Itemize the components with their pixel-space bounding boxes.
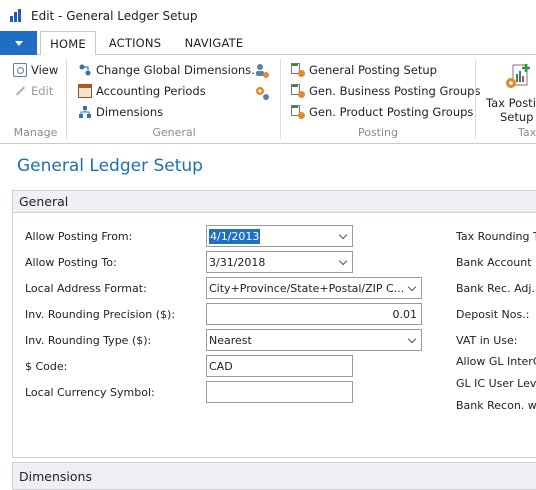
change-global-dimensions-label: Change Global Dimensions... xyxy=(96,63,263,77)
edit-button[interactable]: Edit xyxy=(13,81,53,101)
local-currency-symbol-field[interactable] xyxy=(206,381,353,403)
group-label-posting: Posting xyxy=(357,126,399,139)
inv-rounding-precision-value: 0.01 xyxy=(392,307,418,321)
edit-label: Edit xyxy=(31,84,54,98)
tab-home[interactable]: HOME xyxy=(40,31,96,56)
dimensions-button[interactable]: Dimensions xyxy=(78,102,163,122)
chevron-down-icon[interactable] xyxy=(334,252,352,272)
allow-posting-from-label: Allow Posting From: xyxy=(25,230,133,243)
tax-posting-setup-label-line1: Tax Postin xyxy=(486,96,536,110)
view-icon xyxy=(13,63,27,77)
dimensions-icon xyxy=(78,105,92,119)
user-setup-icon[interactable] xyxy=(254,63,269,78)
ribbon: View Edit Manage Change Global Dimension… xyxy=(0,55,536,144)
bank-account-label: Bank Account N xyxy=(456,256,536,269)
app-menu-button[interactable] xyxy=(0,31,37,55)
local-address-format-label: Local Address Format: xyxy=(25,282,147,295)
ribbon-separator xyxy=(66,59,67,139)
accounting-periods-button[interactable]: Accounting Periods xyxy=(78,81,206,101)
ribbon-tab-row: HOME ACTIONS NAVIGATE xyxy=(0,31,536,56)
currency-code-value: CAD xyxy=(209,359,233,373)
gen-business-posting-groups-button[interactable]: Gen. Business Posting Groups xyxy=(291,81,480,101)
gl-ic-user-level-label: GL IC User Leve xyxy=(456,377,536,390)
bank-recon-label: Bank Recon. wi xyxy=(456,399,536,412)
inv-rounding-type-select[interactable]: Nearest xyxy=(206,329,422,351)
dimensions-change-icon xyxy=(78,63,92,77)
bank-rec-adj-label: Bank Rec. Adj. I xyxy=(456,282,536,295)
inv-rounding-precision-label: Inv. Rounding Precision ($): xyxy=(25,308,176,321)
change-global-dimensions-button[interactable]: Change Global Dimensions... xyxy=(78,60,262,80)
currency-code-label: $ Code: xyxy=(25,360,68,373)
deposit-nos-label: Deposit Nos.: xyxy=(456,308,530,321)
allow-posting-to-field[interactable]: 3/31/2018 xyxy=(206,251,353,273)
allow-posting-from-field[interactable]: 4/1/2013 xyxy=(206,225,353,247)
tax-posting-setup-icon[interactable] xyxy=(504,62,534,92)
posting-group-icon xyxy=(291,105,305,119)
gen-business-posting-groups-label: Gen. Business Posting Groups xyxy=(309,84,481,98)
view-label: View xyxy=(31,63,59,77)
posting-group-icon xyxy=(291,84,305,98)
dimensions-fasttab-header[interactable]: Dimensions xyxy=(12,462,536,490)
allow-posting-to-value: 3/31/2018 xyxy=(209,255,266,269)
local-address-format-value: City+Province/State+Postal/ZIP C... xyxy=(209,281,403,295)
view-button[interactable]: View xyxy=(13,60,58,80)
tax-rounding-label: Tax Rounding T xyxy=(456,230,536,243)
group-label-manage: Manage xyxy=(13,126,58,139)
currency-code-field[interactable]: CAD xyxy=(206,355,353,377)
general-posting-setup-button[interactable]: General Posting Setup xyxy=(291,60,437,80)
tax-posting-setup-label-line2: Setup xyxy=(500,110,534,124)
chevron-down-icon[interactable] xyxy=(403,330,421,350)
tab-actions[interactable]: ACTIONS xyxy=(100,31,170,55)
general-posting-setup-label: General Posting Setup xyxy=(309,63,437,77)
inv-rounding-type-value: Nearest xyxy=(209,333,252,347)
dimensions-label: Dimensions xyxy=(96,105,164,119)
local-currency-symbol-label: Local Currency Symbol: xyxy=(25,386,155,399)
tax-posting-setup-button[interactable]: Tax Postin Setup xyxy=(486,96,536,124)
allow-gl-interco-label: Allow GL InterC xyxy=(456,355,536,368)
group-label-general: General xyxy=(152,126,196,139)
local-address-format-select[interactable]: City+Province/State+Postal/ZIP C... xyxy=(206,277,422,299)
ribbon-separator xyxy=(475,59,476,139)
chevron-down-icon[interactable] xyxy=(403,278,421,298)
allow-posting-to-label: Allow Posting To: xyxy=(25,256,117,269)
ribbon-separator xyxy=(280,59,281,139)
window-title: Edit - General Ledger Setup xyxy=(31,8,198,23)
accounting-periods-label: Accounting Periods xyxy=(96,84,206,98)
vat-in-use-label: VAT in Use: xyxy=(456,334,518,347)
inv-rounding-type-label: Inv. Rounding Type ($): xyxy=(25,334,152,347)
gen-product-posting-groups-label: Gen. Product Posting Groups xyxy=(309,105,474,119)
page-title: General Ledger Setup xyxy=(17,156,203,176)
chevron-down-icon xyxy=(14,40,23,46)
pencil-icon xyxy=(13,84,27,98)
calendar-icon xyxy=(78,84,92,98)
group-label-tax: Tax xyxy=(518,126,536,139)
chevron-down-icon[interactable] xyxy=(334,226,352,246)
title-bar: Edit - General Ledger Setup xyxy=(0,0,536,31)
tab-navigate[interactable]: NAVIGATE xyxy=(177,31,251,55)
posting-setup-icon xyxy=(291,63,305,77)
gear-icon[interactable] xyxy=(254,85,269,100)
general-fasttab-header[interactable]: General xyxy=(13,191,536,213)
inv-rounding-precision-field[interactable]: 0.01 xyxy=(206,303,422,325)
allow-posting-from-value: 4/1/2013 xyxy=(209,228,261,244)
app-logo-icon xyxy=(9,8,23,23)
gen-product-posting-groups-button[interactable]: Gen. Product Posting Groups xyxy=(291,102,473,122)
